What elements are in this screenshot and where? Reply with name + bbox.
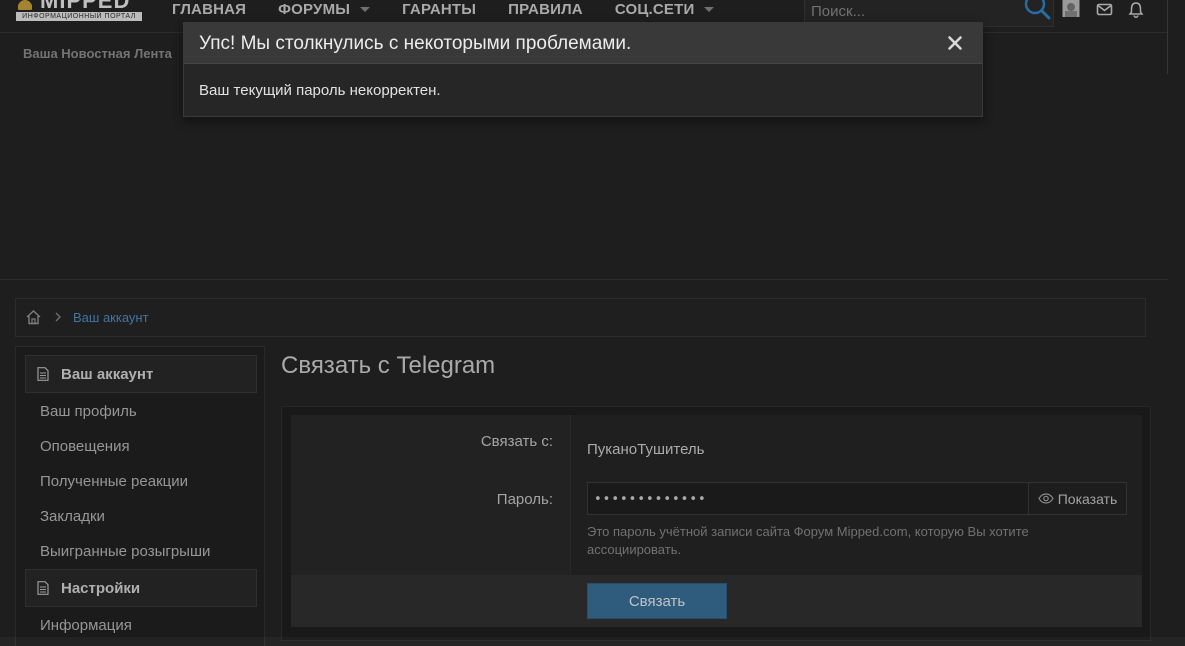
modal-title: Упс! Мы столкнулись с некоторыми проблем… xyxy=(199,33,632,54)
modal-header: Упс! Мы столкнулись с некоторыми проблем… xyxy=(184,23,982,64)
error-modal: Упс! Мы столкнулись с некоторыми проблем… xyxy=(183,22,983,117)
modal-message: Ваш текущий пароль некорректен. xyxy=(199,82,441,99)
close-icon[interactable] xyxy=(946,34,964,52)
